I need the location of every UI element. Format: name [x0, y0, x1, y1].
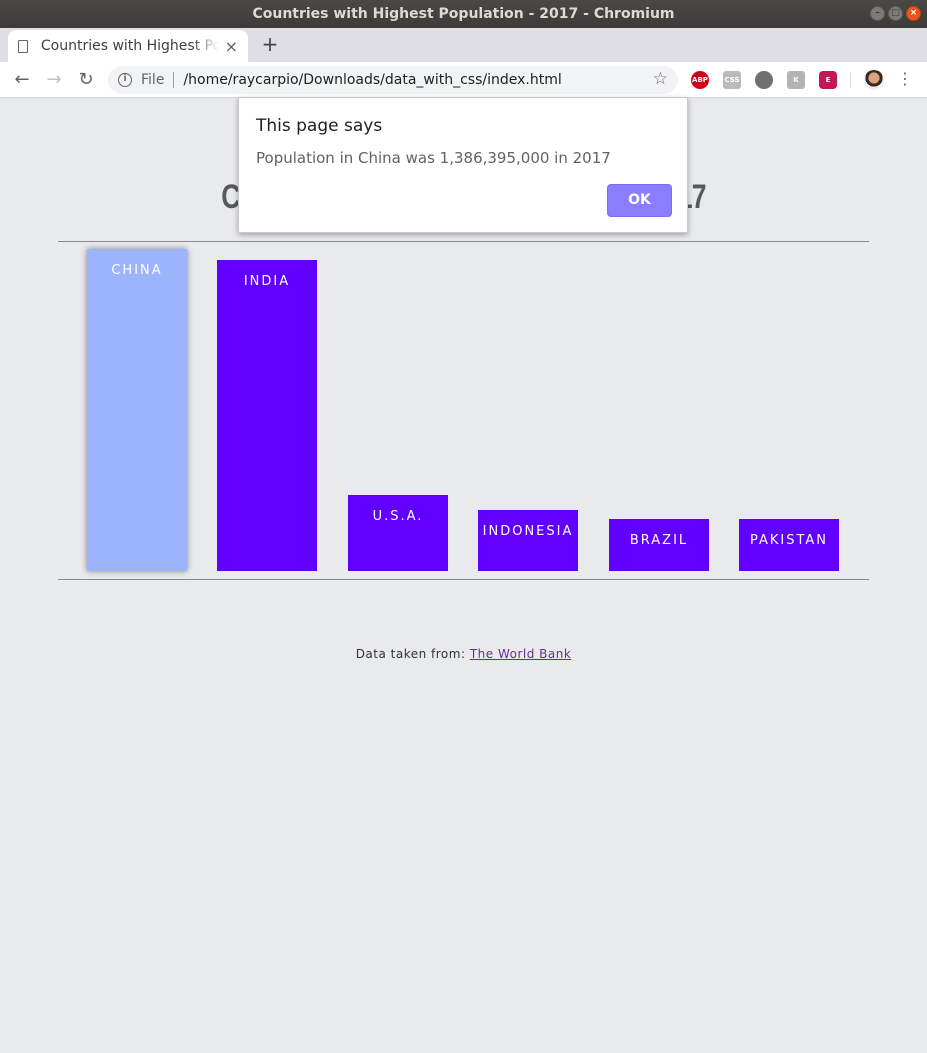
- page-content: Countries with Highest Population - 2017…: [0, 98, 927, 1053]
- footer-prefix: Data taken from:: [355, 647, 470, 661]
- browser-tab[interactable]: Countries with Highest Population - 2017…: [8, 30, 248, 62]
- css-extension-icon[interactable]: CSS: [723, 71, 741, 89]
- browser-toolbar: ← → ↻ i File /home/raycarpio/Downloads/d…: [0, 62, 927, 98]
- chart-top-rule: [58, 241, 869, 242]
- bar-usa[interactable]: U.S.A.: [348, 495, 448, 571]
- bar-india[interactable]: INDIA: [217, 260, 317, 571]
- profile-avatar[interactable]: [864, 70, 884, 90]
- bookmark-star-icon[interactable]: ☆: [653, 69, 668, 89]
- new-tab-button[interactable]: +: [260, 32, 280, 56]
- bar-label: BRAZIL: [629, 533, 689, 548]
- tab-strip: Countries with Highest Population - 2017…: [0, 28, 927, 62]
- bar-label: CHINA: [111, 263, 163, 278]
- bar-china[interactable]: CHINA: [87, 249, 187, 571]
- e-extension-icon[interactable]: E: [819, 71, 837, 89]
- dialog-heading: This page says: [256, 116, 383, 136]
- bar-indonesia[interactable]: INDONESIA: [478, 510, 578, 571]
- window-controls: – □ ×: [870, 6, 921, 21]
- address-bar[interactable]: i File /home/raycarpio/Downloads/data_wi…: [108, 66, 678, 94]
- info-icon[interactable]: i: [118, 73, 132, 87]
- bar-label: INDONESIA: [482, 524, 574, 539]
- bar-pakistan[interactable]: PAKISTAN: [739, 519, 839, 571]
- bar-brazil[interactable]: BRAZIL: [609, 519, 709, 571]
- k-extension-icon[interactable]: K: [787, 71, 805, 89]
- scheme-label: File: [141, 72, 165, 88]
- alert-dialog: This page says Population in China was 1…: [238, 97, 688, 233]
- back-button[interactable]: ←: [10, 68, 34, 92]
- url-text[interactable]: /home/raycarpio/Downloads/data_with_css/…: [183, 72, 561, 88]
- tab-close-icon[interactable]: ×: [225, 37, 238, 56]
- document-icon: [18, 39, 28, 53]
- omnibox-separator: [173, 72, 175, 88]
- dialog-message: Population in China was 1,386,395,000 in…: [256, 149, 611, 167]
- window-titlebar: Countries with Highest Population - 2017…: [0, 0, 927, 28]
- bar-label: U.S.A.: [372, 509, 424, 524]
- adblock-extension-icon[interactable]: ABP: [691, 71, 709, 89]
- reload-button[interactable]: ↻: [74, 68, 98, 92]
- ok-button[interactable]: OK: [607, 184, 672, 217]
- bar-label: INDIA: [243, 274, 291, 289]
- tab-title: Countries with Highest Population - 2017: [40, 38, 219, 54]
- minimize-icon[interactable]: –: [870, 6, 885, 21]
- toolbar-divider: [850, 72, 851, 88]
- maximize-icon[interactable]: □: [888, 6, 903, 21]
- chart-bottom-rule: [58, 579, 869, 580]
- menu-icon[interactable]: ⋮: [896, 69, 914, 88]
- bar-label: PAKISTAN: [749, 533, 829, 548]
- world-bank-link[interactable]: The World Bank: [470, 647, 571, 661]
- forward-button[interactable]: →: [42, 68, 66, 92]
- chat-extension-icon[interactable]: [755, 71, 773, 89]
- window-title: Countries with Highest Population - 2017…: [252, 6, 675, 22]
- close-window-icon[interactable]: ×: [906, 6, 921, 21]
- footer: Data taken from: The World Bank: [0, 647, 927, 661]
